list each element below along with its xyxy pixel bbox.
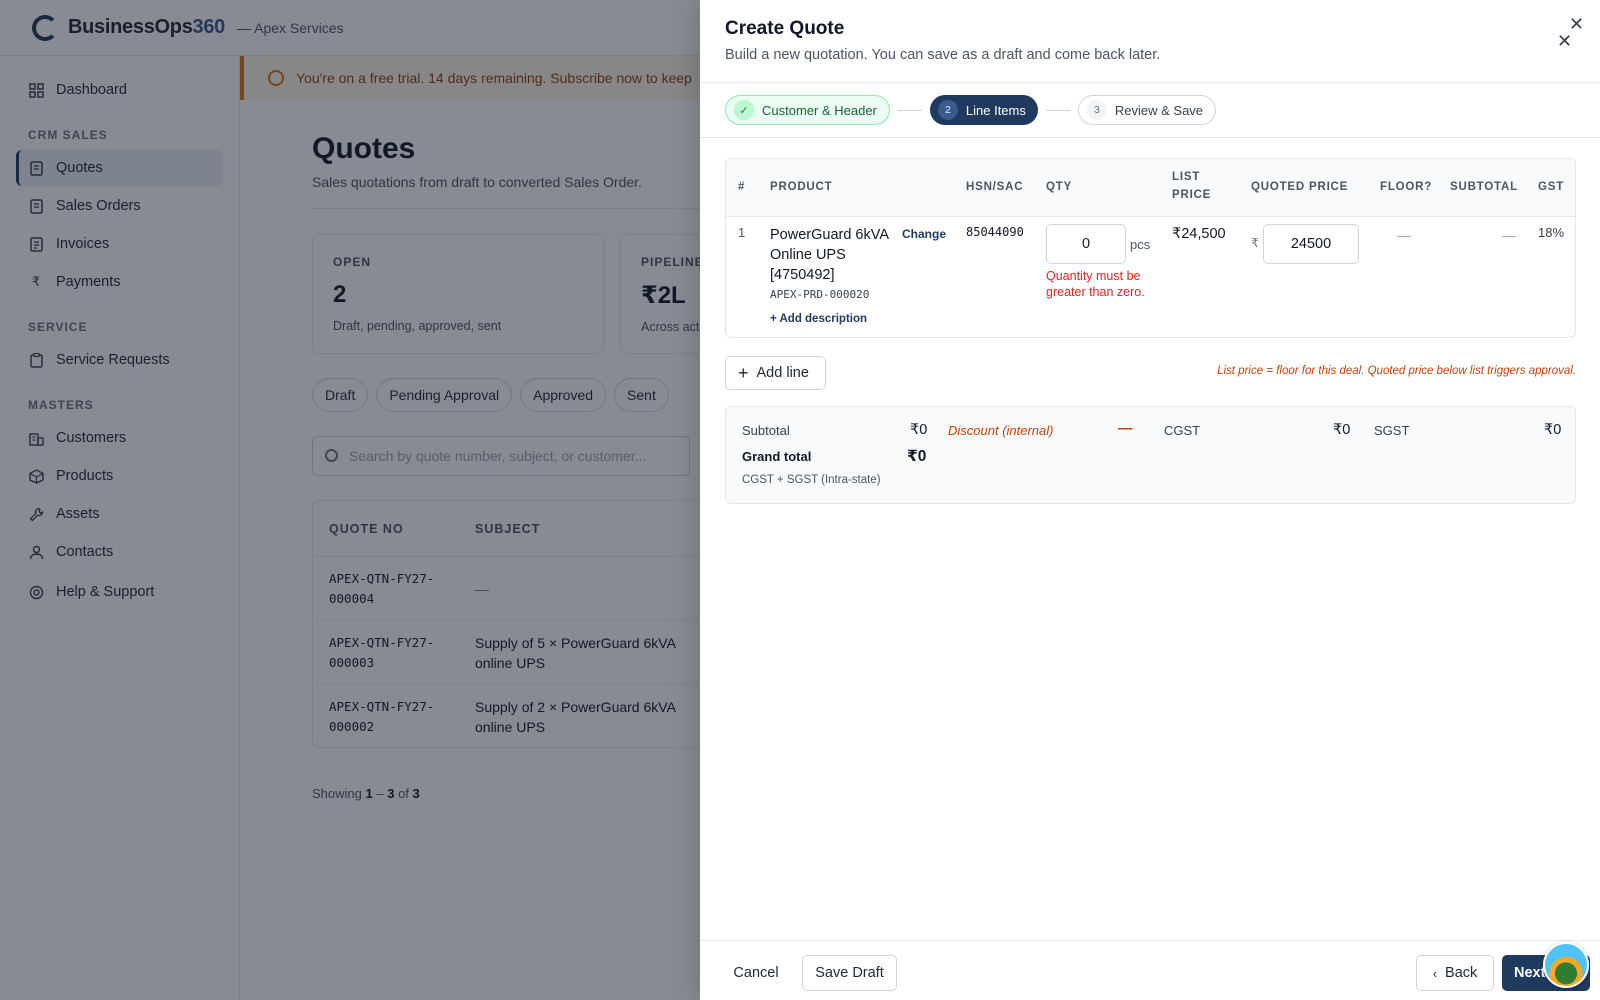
quantity-error: Quantity must be greater than zero. — [1046, 269, 1145, 299]
assistant-avatar[interactable] — [1543, 942, 1589, 988]
add-description-link[interactable]: + Add description — [770, 313, 867, 325]
sgst-amount: ₹0 — [1544, 422, 1562, 438]
column-header-number: # — [738, 181, 746, 193]
divider — [700, 82, 1600, 83]
floor-value: — — [1397, 227, 1411, 243]
step-label: Review & Save — [1114, 102, 1204, 118]
discount-amount: — — [1118, 421, 1133, 437]
product-name: PowerGuard 6kVA Online UPS [4750492] — [770, 227, 889, 283]
column-header-quoted-price: QUOTED PRICE — [1251, 181, 1349, 193]
plus-icon: + — [738, 363, 749, 383]
stepper: ✓ Customer & Header 2 Line Items 3 Revie… — [725, 95, 1217, 125]
discount-label: Discount (internal) — [948, 423, 1054, 438]
step-connector — [1045, 109, 1070, 111]
line-items-table: # PRODUCT HSN/SAC QTY LIST PRICE QUOTED P… — [725, 158, 1576, 338]
drawer-footer: Cancel Save Draft ‹ Back Next — [700, 940, 1600, 1000]
list-price: ₹24,500 — [1172, 226, 1226, 242]
quantity-value: 0 — [1081, 236, 1091, 252]
line-number: 1 — [738, 225, 746, 240]
drawer-subtitle: Build a new quotation. You can save as a… — [725, 47, 1161, 63]
step-label: Line Items — [965, 102, 1026, 118]
quantity-input[interactable]: 0 — [1046, 224, 1126, 264]
column-header-gst: GST — [1538, 181, 1565, 193]
drawer-title: Create Quote — [725, 18, 845, 39]
subtotal-value: — — [1502, 227, 1516, 243]
gst-rate: 18% — [1538, 225, 1565, 240]
check-icon: ✓ — [734, 100, 754, 120]
create-quote-drawer: Create Quote Build a new quotation. You … — [700, 0, 1600, 1000]
save-draft-button[interactable]: Save Draft — [802, 955, 897, 991]
step-line-items[interactable]: 2 Line Items — [929, 95, 1038, 125]
chevron-left-icon: ‹ — [1432, 965, 1438, 981]
step-review-save[interactable]: 3 Review & Save — [1077, 95, 1217, 125]
column-header-hsn: HSN/SAC — [966, 181, 1024, 193]
back-label: Back — [1445, 965, 1478, 981]
unit-label: pcs — [1130, 237, 1151, 252]
step-connector — [897, 109, 922, 111]
column-header-floor: FLOOR? — [1380, 181, 1433, 193]
floor-price-note: List price = floor for this deal. Quoted… — [1217, 365, 1576, 377]
back-button[interactable]: ‹ Back — [1416, 955, 1494, 991]
column-header-product: PRODUCT — [770, 181, 833, 193]
step-label: Customer & Header — [762, 102, 877, 118]
column-header-qty: QTY — [1046, 181, 1073, 193]
cgst-amount: ₹0 — [1333, 422, 1351, 438]
quoted-price-value: 24500 — [1290, 236, 1332, 252]
step-number: 2 — [937, 100, 958, 120]
column-header-list-price: LIST PRICE — [1172, 171, 1211, 201]
subtotal-amount: ₹0 — [910, 422, 928, 438]
header-line: PRICE — [1172, 189, 1212, 201]
totals-panel: Subtotal ₹0 Discount (internal) — CGST ₹… — [725, 406, 1576, 504]
cancel-button[interactable]: Cancel — [724, 955, 788, 991]
quoted-price-input[interactable]: 24500 — [1263, 224, 1359, 264]
tax-note: CGST + SGST (Intra-state) — [742, 474, 881, 486]
sgst-label: SGST — [1374, 423, 1410, 438]
add-line-button[interactable]: + Add line — [725, 356, 826, 390]
add-line-label: Add line — [756, 365, 809, 381]
header-line: LIST — [1172, 171, 1201, 183]
table-header: # PRODUCT HSN/SAC QTY LIST PRICE QUOTED P… — [726, 159, 1575, 217]
close-drawer-button[interactable]: ✕ — [1557, 32, 1572, 50]
cgst-label: CGST — [1164, 423, 1201, 438]
column-header-subtotal: SUBTOTAL — [1450, 181, 1518, 193]
divider — [700, 137, 1600, 138]
step-number: 3 — [1086, 100, 1107, 120]
hsn-code: 85044090 — [966, 225, 1024, 239]
step-customer-header[interactable]: ✓ Customer & Header — [725, 95, 890, 125]
currency-symbol: ₹ — [1251, 236, 1259, 250]
change-product-link[interactable]: Change — [902, 227, 946, 241]
subtotal-label: Subtotal — [742, 423, 790, 438]
grand-total-label: Grand total — [742, 449, 812, 464]
grand-total-amount: ₹0 — [907, 448, 927, 465]
product-sku: APEX-PRD-000020 — [770, 288, 870, 301]
